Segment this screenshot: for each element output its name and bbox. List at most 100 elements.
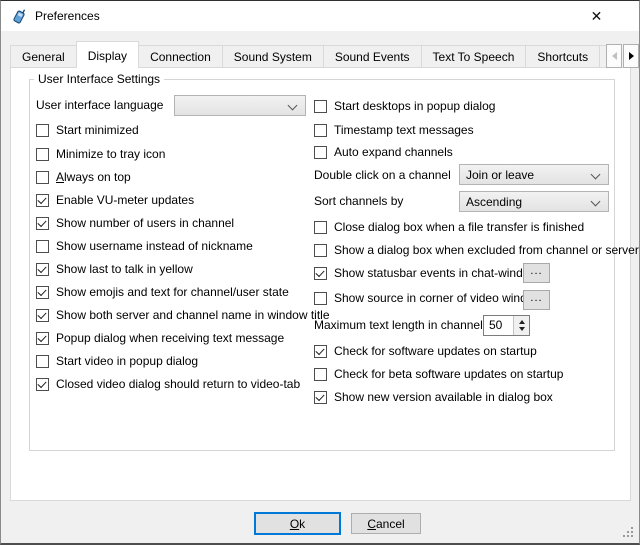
- tab-connection[interactable]: Connection: [138, 45, 223, 68]
- checkbox-row[interactable]: Start minimized: [36, 123, 139, 137]
- checkbox-label: Always on top: [56, 170, 131, 184]
- tab-display[interactable]: Display: [76, 41, 139, 68]
- checkbox-label: Check for software updates on startup: [334, 344, 537, 358]
- checkbox[interactable]: [36, 240, 49, 253]
- window-title: Preferences: [35, 9, 100, 23]
- checkbox-label: Start video in popup dialog: [56, 354, 198, 368]
- tab-bar: General Display Connection Sound System …: [10, 41, 606, 68]
- sort-label-row: Sort channels by: [314, 194, 403, 208]
- max-text-length-stepper[interactable]: 50: [483, 315, 530, 336]
- checkbox[interactable]: [314, 267, 327, 280]
- checkbox-label: Start desktops in popup dialog: [334, 99, 495, 113]
- checkbox-row[interactable]: Show statusbar events in chat-window: [314, 266, 538, 280]
- language-label-row: User interface language: [36, 98, 163, 112]
- group-title: User Interface Settings: [34, 72, 164, 86]
- sort-channels-select[interactable]: Ascending: [459, 191, 609, 212]
- checkbox[interactable]: [36, 332, 49, 345]
- checkbox-row[interactable]: Show username instead of nickname: [36, 239, 253, 253]
- chevron-down-icon: [288, 101, 298, 111]
- checkbox-label: Start minimized: [56, 123, 139, 137]
- checkbox-row[interactable]: Show last to talk in yellow: [36, 262, 193, 276]
- checkbox-row[interactable]: Show source in corner of video window: [314, 291, 542, 305]
- chevron-down-icon: [591, 197, 601, 207]
- tab-scroll-right-icon[interactable]: [623, 44, 639, 68]
- max-text-length-value: 50: [484, 316, 513, 335]
- ok-button[interactable]: Ok: [254, 512, 341, 535]
- teamtalk-app-icon: [11, 8, 27, 24]
- double-click-value: Join or leave: [466, 168, 534, 182]
- double-click-select[interactable]: Join or leave: [459, 164, 609, 185]
- sort-channels-value: Ascending: [466, 195, 522, 209]
- checkbox-label: Popup dialog when receiving text message: [56, 331, 284, 345]
- checkbox-row[interactable]: Check for software updates on startup: [314, 344, 537, 358]
- checkbox-label: Show emojis and text for channel/user st…: [56, 285, 289, 299]
- language-label: User interface language: [36, 98, 163, 112]
- checkbox[interactable]: [36, 378, 49, 391]
- language-select[interactable]: [174, 95, 306, 116]
- checkbox-row[interactable]: Show both server and channel name in win…: [36, 308, 330, 322]
- checkbox-row[interactable]: Show number of users in channel: [36, 216, 234, 230]
- checkbox[interactable]: [36, 286, 49, 299]
- checkbox[interactable]: [314, 244, 327, 257]
- checkbox[interactable]: [314, 391, 327, 404]
- checkbox-row[interactable]: Start video in popup dialog: [36, 354, 198, 368]
- stepper-down-icon[interactable]: [519, 327, 525, 331]
- checkbox[interactable]: [36, 124, 49, 137]
- checkbox-label: Show username instead of nickname: [56, 239, 253, 253]
- checkbox[interactable]: [314, 100, 327, 113]
- preferences-dialog: Preferences ✕ General Display Connection…: [0, 0, 640, 545]
- checkbox[interactable]: [36, 194, 49, 207]
- checkbox[interactable]: [36, 355, 49, 368]
- checkbox-row[interactable]: Closed video dialog should return to vid…: [36, 377, 300, 391]
- checkbox-row[interactable]: Start desktops in popup dialog: [314, 99, 495, 113]
- title-bar[interactable]: Preferences ✕: [1, 1, 639, 31]
- tab-text-to-speech[interactable]: Text To Speech: [421, 45, 527, 68]
- sort-channels-label: Sort channels by: [314, 194, 403, 208]
- checkbox-row[interactable]: Close dialog box when a file transfer is…: [314, 220, 584, 234]
- stepper-up-icon[interactable]: [519, 320, 525, 324]
- checkbox-label: Show statusbar events in chat-window: [334, 266, 538, 280]
- checkbox-row[interactable]: Enable VU-meter updates: [36, 193, 194, 207]
- statusbar-events-ellipsis-button[interactable]: ...: [523, 263, 550, 283]
- checkbox[interactable]: [36, 171, 49, 184]
- checkbox-label: Show last to talk in yellow: [56, 262, 193, 276]
- checkbox[interactable]: [314, 345, 327, 358]
- checkbox-label: Closed video dialog should return to vid…: [56, 377, 300, 391]
- checkbox-label: Close dialog box when a file transfer is…: [334, 220, 584, 234]
- stepper-buttons[interactable]: [513, 316, 529, 335]
- checkbox-label: Show a dialog box when excluded from cha…: [334, 243, 639, 257]
- checkbox-row[interactable]: Show emojis and text for channel/user st…: [36, 285, 289, 299]
- checkbox-label: Minimize to tray icon: [56, 147, 165, 161]
- max-text-length-label: Maximum text length in channel list: [314, 318, 501, 332]
- checkbox-row[interactable]: Show new version available in dialog box: [314, 390, 553, 404]
- checkbox-row[interactable]: Popup dialog when receiving text message: [36, 331, 284, 345]
- checkbox[interactable]: [314, 124, 327, 137]
- checkbox[interactable]: [314, 221, 327, 234]
- tab-sound-events[interactable]: Sound Events: [323, 45, 422, 68]
- checkbox[interactable]: [36, 263, 49, 276]
- checkbox[interactable]: [36, 309, 49, 322]
- tab-scroll-left-icon[interactable]: [606, 44, 622, 68]
- tab-sound-system[interactable]: Sound System: [222, 45, 324, 68]
- close-icon[interactable]: ✕: [574, 1, 619, 31]
- checkbox[interactable]: [36, 217, 49, 230]
- checkbox-row[interactable]: Auto expand channels: [314, 145, 453, 159]
- checkbox-row[interactable]: Always on top: [36, 170, 131, 184]
- checkbox-label: Show both server and channel name in win…: [56, 308, 330, 322]
- checkbox-row[interactable]: Minimize to tray icon: [36, 147, 165, 161]
- checkbox-row[interactable]: Show a dialog box when excluded from cha…: [314, 243, 639, 257]
- checkbox[interactable]: [36, 148, 49, 161]
- tab-general[interactable]: General: [10, 45, 77, 68]
- tab-shortcuts[interactable]: Shortcuts: [525, 45, 600, 68]
- cancel-button[interactable]: Cancel: [351, 513, 421, 534]
- video-source-ellipsis-button[interactable]: ...: [523, 290, 550, 310]
- checkbox[interactable]: [314, 292, 327, 305]
- checkbox[interactable]: [314, 146, 327, 159]
- checkbox[interactable]: [314, 368, 327, 381]
- chevron-down-icon: [591, 170, 601, 180]
- checkbox-label: Show number of users in channel: [56, 216, 234, 230]
- resize-grip-icon[interactable]: [623, 527, 634, 538]
- checkbox-row[interactable]: Timestamp text messages: [314, 123, 474, 137]
- max-text-label-row: Maximum text length in channel list: [314, 318, 501, 332]
- checkbox-row[interactable]: Check for beta software updates on start…: [314, 367, 563, 381]
